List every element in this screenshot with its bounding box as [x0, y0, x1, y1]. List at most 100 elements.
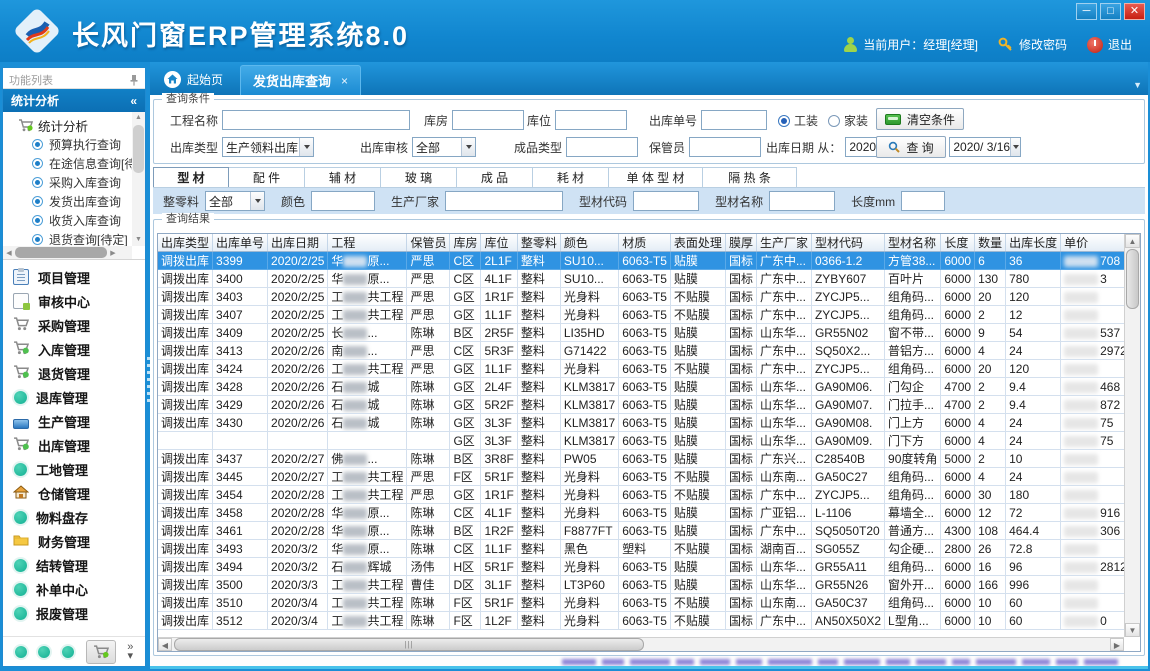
tree-item-4[interactable]: 收货入库查询 — [6, 211, 131, 230]
radio-jiazhuang[interactable]: 家装 — [828, 112, 868, 129]
keeper-input[interactable] — [689, 137, 761, 157]
column-header-15[interactable]: 长度 — [941, 234, 975, 252]
collapse-icon[interactable]: « — [130, 94, 137, 108]
scroll-down-icon[interactable]: ▼ — [132, 234, 145, 246]
sidebar-item-5[interactable]: 退库管理 — [3, 385, 145, 409]
sidebar-item-11[interactable]: 财务管理 — [3, 529, 145, 553]
table-row[interactable]: 调拨出库35102020/3/4工共工程陈琳F区5R1F整料光身料6063-T5… — [158, 594, 1124, 612]
table-row[interactable]: 调拨出库34582020/2/28华原...陈琳C区4L1F整料光身料6063-… — [158, 504, 1124, 522]
scroll-up-icon[interactable]: ▲ — [1125, 234, 1140, 248]
profile-name-input[interactable] — [769, 191, 835, 211]
column-header-14[interactable]: 型材名称 — [885, 234, 941, 252]
material-tab-5[interactable]: 耗 材 — [533, 167, 609, 187]
material-tab-4[interactable]: 成 品 — [457, 167, 533, 187]
close-button[interactable]: ✕ — [1124, 3, 1145, 20]
sidebar-section-header[interactable]: 统计分析 « — [3, 89, 145, 112]
table-row[interactable]: 调拨出库34302020/2/26石城陈琳G区3L3F整料KLM38176063… — [158, 414, 1124, 432]
tree-vertical-scrollbar[interactable]: ▲ ▼ — [132, 112, 145, 246]
scroll-left-icon[interactable]: ◀ — [3, 249, 15, 257]
expand-more-button[interactable]: »▾ — [127, 643, 133, 661]
sidebar-item-7[interactable]: 出库管理 — [3, 433, 145, 457]
table-row[interactable]: G区3L3F整料KLM38176063-T5贴膜国标山东华...GA90M09.… — [158, 432, 1124, 450]
column-header-7[interactable]: 整零料 — [517, 234, 560, 252]
tree-horizontal-scrollbar[interactable]: ◀ ▶ — [3, 246, 132, 259]
column-header-12[interactable]: 生产厂家 — [756, 234, 811, 252]
color-input[interactable] — [311, 191, 375, 211]
material-tab-2[interactable]: 辅 材 — [305, 167, 381, 187]
table-row[interactable]: 调拨出库34282020/2/26石城陈琳G区2L4F整料KLM38176063… — [158, 378, 1124, 396]
table-row[interactable]: 调拨出库34942020/3/2石辉城汤伟H区5R1F整料光身料6063-T5贴… — [158, 558, 1124, 576]
sidebar-item-13[interactable]: 补单中心 — [3, 577, 145, 601]
cart-shortcut-button[interactable] — [86, 640, 116, 664]
scroll-right-icon[interactable]: ▶ — [1110, 638, 1124, 651]
product-type-input[interactable] — [566, 137, 638, 157]
logout-button[interactable]: 退出 — [1087, 36, 1132, 53]
location-input[interactable] — [555, 110, 627, 130]
column-header-16[interactable]: 数量 — [975, 234, 1006, 252]
profile-code-input[interactable] — [633, 191, 699, 211]
column-header-5[interactable]: 库房 — [450, 234, 481, 252]
table-row[interactable]: 调拨出库34092020/2/25长...陈琳B区2R5F整料LI35HD606… — [158, 324, 1124, 342]
quick-dot-icon[interactable] — [62, 646, 74, 658]
sidebar-item-10[interactable]: 物料盘存 — [3, 505, 145, 529]
column-header-3[interactable]: 工程 — [328, 234, 407, 252]
clear-conditions-button[interactable]: 清空条件 — [876, 108, 964, 130]
sidebar-item-0[interactable]: 项目管理 — [3, 265, 145, 289]
table-row[interactable]: 调拨出库35002020/3/3工共工程曹佳D区3L1F整料LT3P606063… — [158, 576, 1124, 594]
sidebar-item-3[interactable]: 入库管理 — [3, 337, 145, 361]
table-row[interactable]: 调拨出库34452020/2/27工共工程严思F区5R1F整料光身料6063-T… — [158, 468, 1124, 486]
tree-item-2[interactable]: 采购入库查询 — [6, 173, 131, 192]
column-header-8[interactable]: 颜色 — [560, 234, 618, 252]
sidebar-item-6[interactable]: 生产管理 — [3, 409, 145, 433]
project-name-input[interactable] — [222, 110, 410, 130]
column-header-0[interactable]: 出库类型 — [158, 234, 213, 252]
tree-item-1[interactable]: 在途信息查询[待 — [6, 154, 131, 173]
sidebar-item-4[interactable]: 退货管理 — [3, 361, 145, 385]
table-row[interactable]: 调拨出库34612020/2/28华原...陈琳B区1R2F整料F8877FT6… — [158, 522, 1124, 540]
scroll-down-icon[interactable]: ▼ — [1125, 623, 1140, 637]
tab-list-dropdown-icon[interactable]: ▼ — [1133, 80, 1142, 90]
column-header-1[interactable]: 出库单号 — [213, 234, 268, 252]
maker-input[interactable] — [445, 191, 563, 211]
tree-root[interactable]: 统计分析 — [6, 115, 131, 135]
table-row[interactable]: 调拨出库34372020/2/27佛...陈琳B区3R8F整料PW056063-… — [158, 450, 1124, 468]
table-row[interactable]: 调拨出库34032020/2/25工共工程严思G区1R1F整料光身料6063-T… — [158, 288, 1124, 306]
column-header-13[interactable]: 型材代码 — [811, 234, 884, 252]
material-tab-7[interactable]: 隔 热 条 — [703, 167, 797, 187]
table-horizontal-scrollbar[interactable]: ◀ ||| ▶ — [158, 637, 1124, 651]
table-vertical-scrollbar[interactable]: ▲ ▼ — [1124, 234, 1140, 637]
column-header-11[interactable]: 膜厚 — [725, 234, 756, 252]
audit-select[interactable]: 全部 — [412, 137, 476, 157]
table-row[interactable]: 调拨出库34242020/2/26工共工程严思G区1L1F整料光身料6063-T… — [158, 360, 1124, 378]
tab-home[interactable]: 起始页 — [154, 66, 233, 92]
table-row[interactable]: 调拨出库35122020/3/4工共工程陈琳F区1L2F整料光身料6063-T5… — [158, 612, 1124, 630]
tree-item-3[interactable]: 发货出库查询 — [6, 192, 131, 211]
scroll-up-icon[interactable]: ▲ — [132, 112, 145, 124]
table-row[interactable]: 调拨出库34132020/2/26南...严思C区5R3F整料G71422606… — [158, 342, 1124, 360]
warehouse-input[interactable] — [452, 110, 524, 130]
quick-dot-icon[interactable] — [15, 646, 27, 658]
material-tab-1[interactable]: 配 件 — [229, 167, 305, 187]
sidebar-item-1[interactable]: 审核中心 — [3, 289, 145, 313]
out-type-select[interactable]: 生产领料出库 — [222, 137, 314, 157]
column-header-2[interactable]: 出库日期 — [268, 234, 328, 252]
sidebar-item-2[interactable]: 采购管理 — [3, 313, 145, 337]
maximize-button[interactable]: □ — [1100, 3, 1121, 20]
pin-icon[interactable] — [129, 74, 139, 86]
sidebar-item-8[interactable]: 工地管理 — [3, 457, 145, 481]
table-row[interactable]: 调拨出库34542020/2/28工共工程严思G区1R1F整料光身料6063-T… — [158, 486, 1124, 504]
length-input[interactable] — [901, 191, 945, 211]
minimize-button[interactable]: ─ — [1076, 3, 1097, 20]
sidebar-item-12[interactable]: 结转管理 — [3, 553, 145, 577]
column-header-10[interactable]: 表面处理 — [670, 234, 725, 252]
sidebar-item-14[interactable]: 报废管理 — [3, 601, 145, 625]
tree-item-0[interactable]: 预算执行查询 — [6, 135, 131, 154]
column-header-18[interactable]: 单价 — [1061, 234, 1124, 252]
material-tab-3[interactable]: 玻 璃 — [381, 167, 457, 187]
scroll-right-icon[interactable]: ▶ — [107, 249, 119, 257]
tab-active[interactable]: 发货出库查询 × — [240, 65, 361, 95]
table-row[interactable]: 调拨出库34002020/2/25华原...严思C区4L1F整料SU10...6… — [158, 270, 1124, 288]
column-header-4[interactable]: 保管员 — [407, 234, 450, 252]
order-no-input[interactable] — [701, 110, 767, 130]
tab-close-icon[interactable]: × — [341, 74, 348, 88]
